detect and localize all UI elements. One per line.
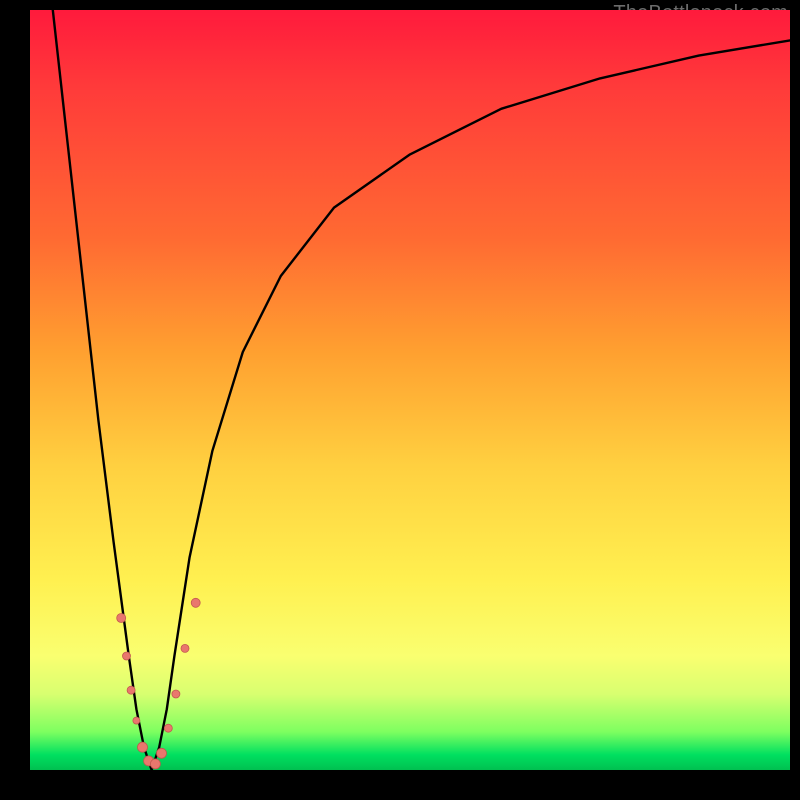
marker-layer [117, 598, 201, 769]
data-marker [191, 598, 200, 607]
chart-svg [30, 10, 790, 770]
data-marker [164, 724, 172, 732]
curve-layer [53, 10, 790, 770]
data-marker [150, 759, 160, 769]
data-marker [133, 717, 140, 724]
chart-frame: TheBottleneck.com [0, 0, 800, 800]
data-marker [138, 742, 148, 752]
data-marker [172, 690, 180, 698]
data-marker [117, 614, 126, 623]
plot-area [30, 10, 790, 770]
data-marker [127, 686, 135, 694]
data-marker [157, 748, 167, 758]
data-marker [181, 644, 189, 652]
data-marker [123, 652, 131, 660]
bottleneck-curve [53, 10, 790, 770]
